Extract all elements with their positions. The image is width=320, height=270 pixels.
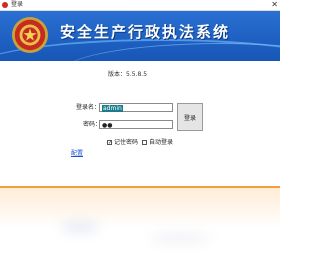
- close-icon[interactable]: ✕: [271, 0, 278, 10]
- app-icon: [2, 2, 8, 8]
- version-row: 版本：5.5.8.5: [108, 69, 147, 78]
- username-field[interactable]: admin: [99, 103, 173, 112]
- title-bar: 登录 ✕: [0, 0, 280, 11]
- national-emblem-icon: [11, 16, 49, 54]
- version-value: 5.5.8.5: [126, 71, 148, 78]
- login-button[interactable]: 登录: [177, 103, 203, 131]
- remember-password-label: 记住密码: [114, 139, 139, 146]
- config-link[interactable]: 配置: [71, 148, 83, 157]
- remember-password-checkbox[interactable]: ✓: [107, 140, 112, 146]
- banner-title: 安全生产行政执法系统: [60, 23, 231, 41]
- footer-shadow: [60, 222, 100, 232]
- auto-login-label: 自动登录: [149, 139, 174, 146]
- username-label: 登录名：: [76, 104, 101, 111]
- window-title: 登录: [11, 1, 24, 8]
- footer-shadow: [150, 232, 210, 244]
- auto-login-checkbox[interactable]: [142, 140, 147, 145]
- version-label: 版本：: [108, 71, 127, 78]
- username-value: admin: [102, 105, 123, 112]
- footer-glow: [0, 188, 280, 228]
- password-field[interactable]: ●●: [99, 120, 173, 129]
